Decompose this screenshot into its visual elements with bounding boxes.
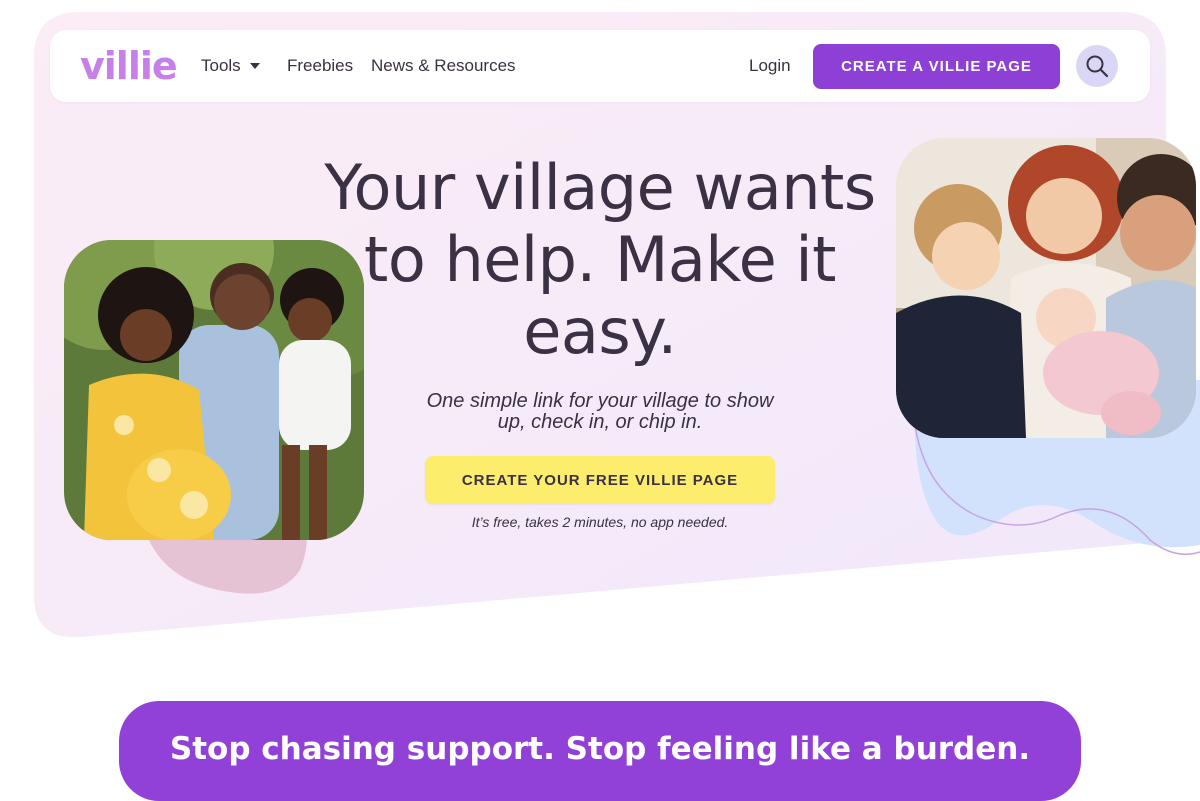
nav-item-tools-label: Tools: [201, 56, 241, 75]
pain-point-banner: Stop chasing support. Stop feeling like …: [119, 701, 1081, 801]
hero-subheadline: One simple link for your village to show…: [426, 390, 774, 433]
create-free-villie-page-label: CREATE YOUR FREE VILLIE PAGE: [461, 471, 739, 489]
site-header: villie Tools Freebies News & Resources L…: [50, 30, 1150, 102]
login-link[interactable]: Login: [749, 54, 791, 78]
nav-item-freebies[interactable]: Freebies: [287, 54, 353, 78]
family-photo-right-illustration: [896, 138, 1196, 438]
search-icon: [1086, 55, 1109, 78]
logo[interactable]: villie: [80, 36, 178, 96]
nav-item-tools[interactable]: Tools: [201, 54, 260, 78]
create-villie-page-button[interactable]: CREATE A VILLIE PAGE: [813, 44, 1060, 89]
search-button[interactable]: [1076, 45, 1118, 87]
create-free-villie-page-button[interactable]: CREATE YOUR FREE VILLIE PAGE: [425, 456, 775, 504]
family-photo-right: [896, 138, 1196, 438]
banner-heading: Stop chasing support. Stop feeling like …: [169, 731, 1031, 767]
chevron-down-icon: [249, 62, 260, 69]
hero-headline: Your village wants to help. Make it easy…: [324, 151, 876, 368]
nav-item-news-resources[interactable]: News & Resources: [371, 54, 516, 78]
create-villie-page-label: CREATE A VILLIE PAGE: [841, 58, 1032, 75]
logo-text: villie: [80, 44, 178, 88]
hero-note: It’s free, takes 2 minutes, no app neede…: [471, 514, 729, 530]
